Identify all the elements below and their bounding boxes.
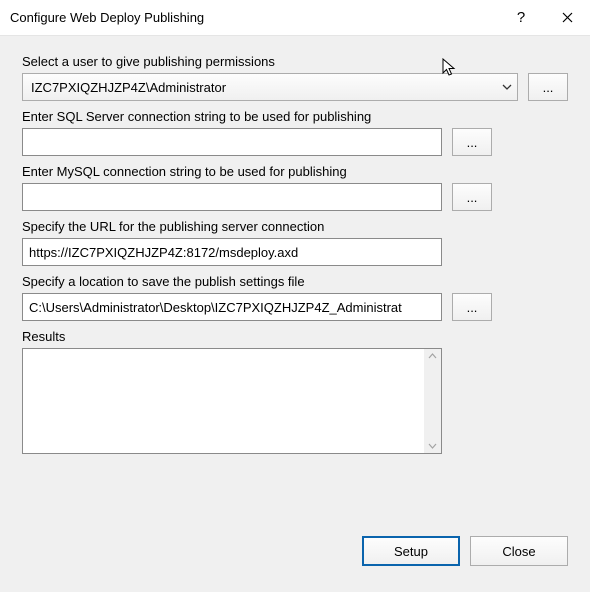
close-window-button[interactable] <box>544 0 590 36</box>
save-location-input[interactable] <box>22 293 442 321</box>
publishing-url-input[interactable] <box>22 238 442 266</box>
results-scrollbar[interactable] <box>424 349 441 453</box>
dialog-footer: Setup Close <box>22 522 568 582</box>
user-browse-button[interactable]: ... <box>528 73 568 101</box>
sql-connection-input[interactable] <box>22 128 442 156</box>
sql-browse-button[interactable]: ... <box>452 128 492 156</box>
help-button[interactable]: ? <box>498 0 544 36</box>
close-button[interactable]: Close <box>470 536 568 566</box>
select-user-label: Select a user to give publishing permiss… <box>22 54 568 69</box>
window-title: Configure Web Deploy Publishing <box>10 10 498 25</box>
chevron-up-icon <box>428 353 437 359</box>
user-select-value: IZC7PXIQZHJZP4Z\Administrator <box>22 73 518 101</box>
setup-button[interactable]: Setup <box>362 536 460 566</box>
mysql-browse-button[interactable]: ... <box>452 183 492 211</box>
mysql-label: Enter MySQL connection string to be used… <box>22 164 568 179</box>
results-textarea[interactable] <box>22 348 442 454</box>
url-label: Specify the URL for the publishing serve… <box>22 219 568 234</box>
chevron-down-icon <box>428 443 437 449</box>
save-location-label: Specify a location to save the publish s… <box>22 274 568 289</box>
sql-label: Enter SQL Server connection string to be… <box>22 109 568 124</box>
close-icon <box>562 12 573 23</box>
results-label: Results <box>22 329 568 344</box>
user-select[interactable]: IZC7PXIQZHJZP4Z\Administrator <box>22 73 518 101</box>
titlebar: Configure Web Deploy Publishing ? <box>0 0 590 36</box>
mysql-connection-input[interactable] <box>22 183 442 211</box>
save-location-browse-button[interactable]: ... <box>452 293 492 321</box>
dialog-content: Select a user to give publishing permiss… <box>0 36 590 592</box>
